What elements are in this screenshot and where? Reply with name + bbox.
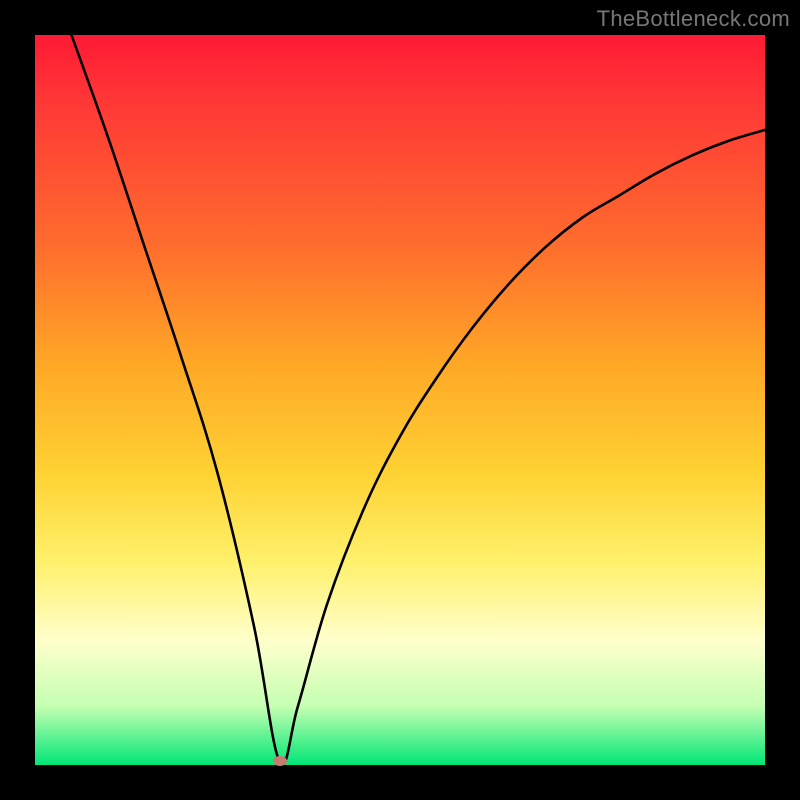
optimal-point-marker	[273, 756, 287, 766]
watermark-text: TheBottleneck.com	[597, 6, 790, 32]
chart-frame: TheBottleneck.com	[0, 0, 800, 800]
plot-area	[35, 35, 765, 765]
bottleneck-curve	[35, 35, 765, 765]
